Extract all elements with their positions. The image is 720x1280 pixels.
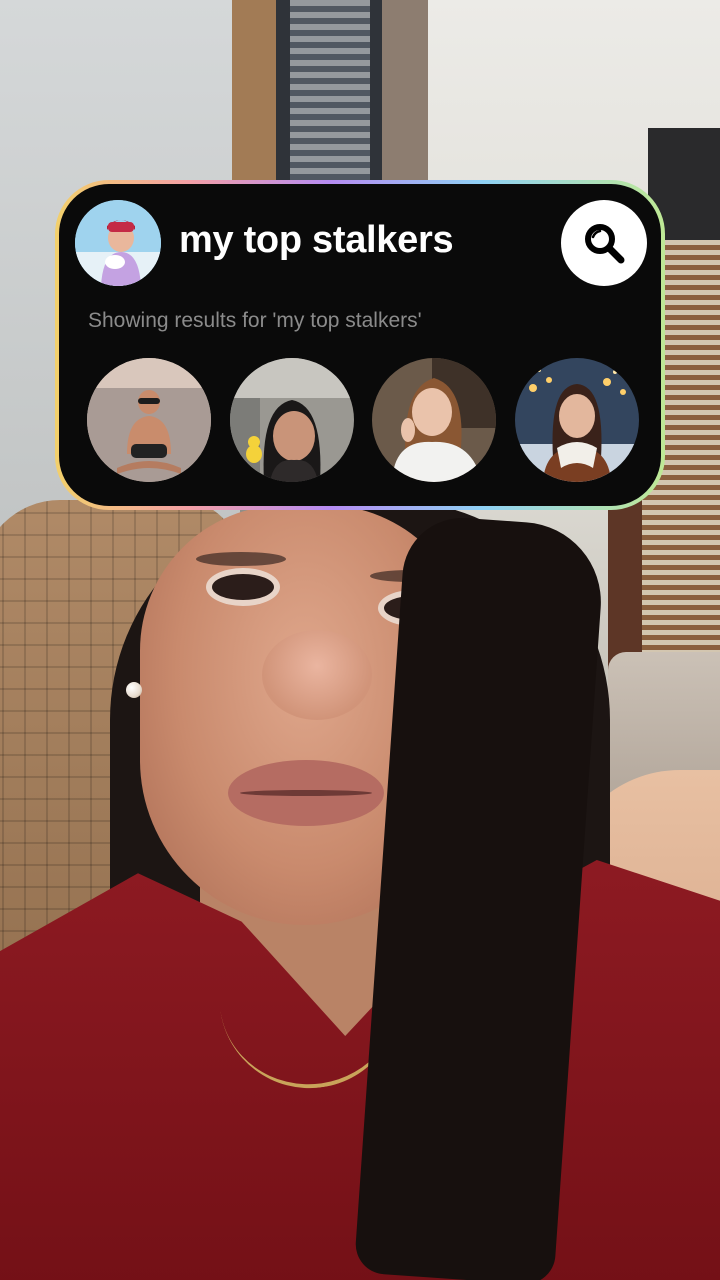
result-avatar-4[interactable]	[515, 358, 639, 482]
results-list	[87, 358, 639, 484]
pearl-earring	[126, 682, 142, 698]
magnifier-icon	[585, 224, 625, 264]
search-overlay-card: my top stalkers Showing results for 'my …	[55, 180, 665, 510]
user-avatar-image	[75, 200, 161, 286]
result-avatar-2[interactable]	[230, 358, 354, 482]
profile-photo-boy-on-beach	[87, 358, 211, 482]
results-caption: Showing results for 'my top stalkers'	[88, 309, 422, 332]
result-avatar-3[interactable]	[372, 358, 496, 482]
mouth-line	[240, 790, 372, 796]
user-avatar[interactable]	[75, 200, 161, 286]
search-query-text: my top stalkers	[179, 219, 454, 261]
profile-photo-woman-indoors	[230, 358, 354, 482]
profile-photo-woman-white-top	[372, 358, 496, 482]
result-avatar-1[interactable]	[87, 358, 211, 482]
search-button[interactable]	[561, 200, 647, 286]
window	[232, 0, 428, 190]
nose	[262, 630, 372, 720]
eyebrow-left	[196, 552, 286, 566]
eye-left	[212, 574, 274, 600]
profile-photo-woman-scarf-night	[515, 358, 639, 482]
search-overlay-inner: my top stalkers Showing results for 'my …	[59, 184, 661, 506]
